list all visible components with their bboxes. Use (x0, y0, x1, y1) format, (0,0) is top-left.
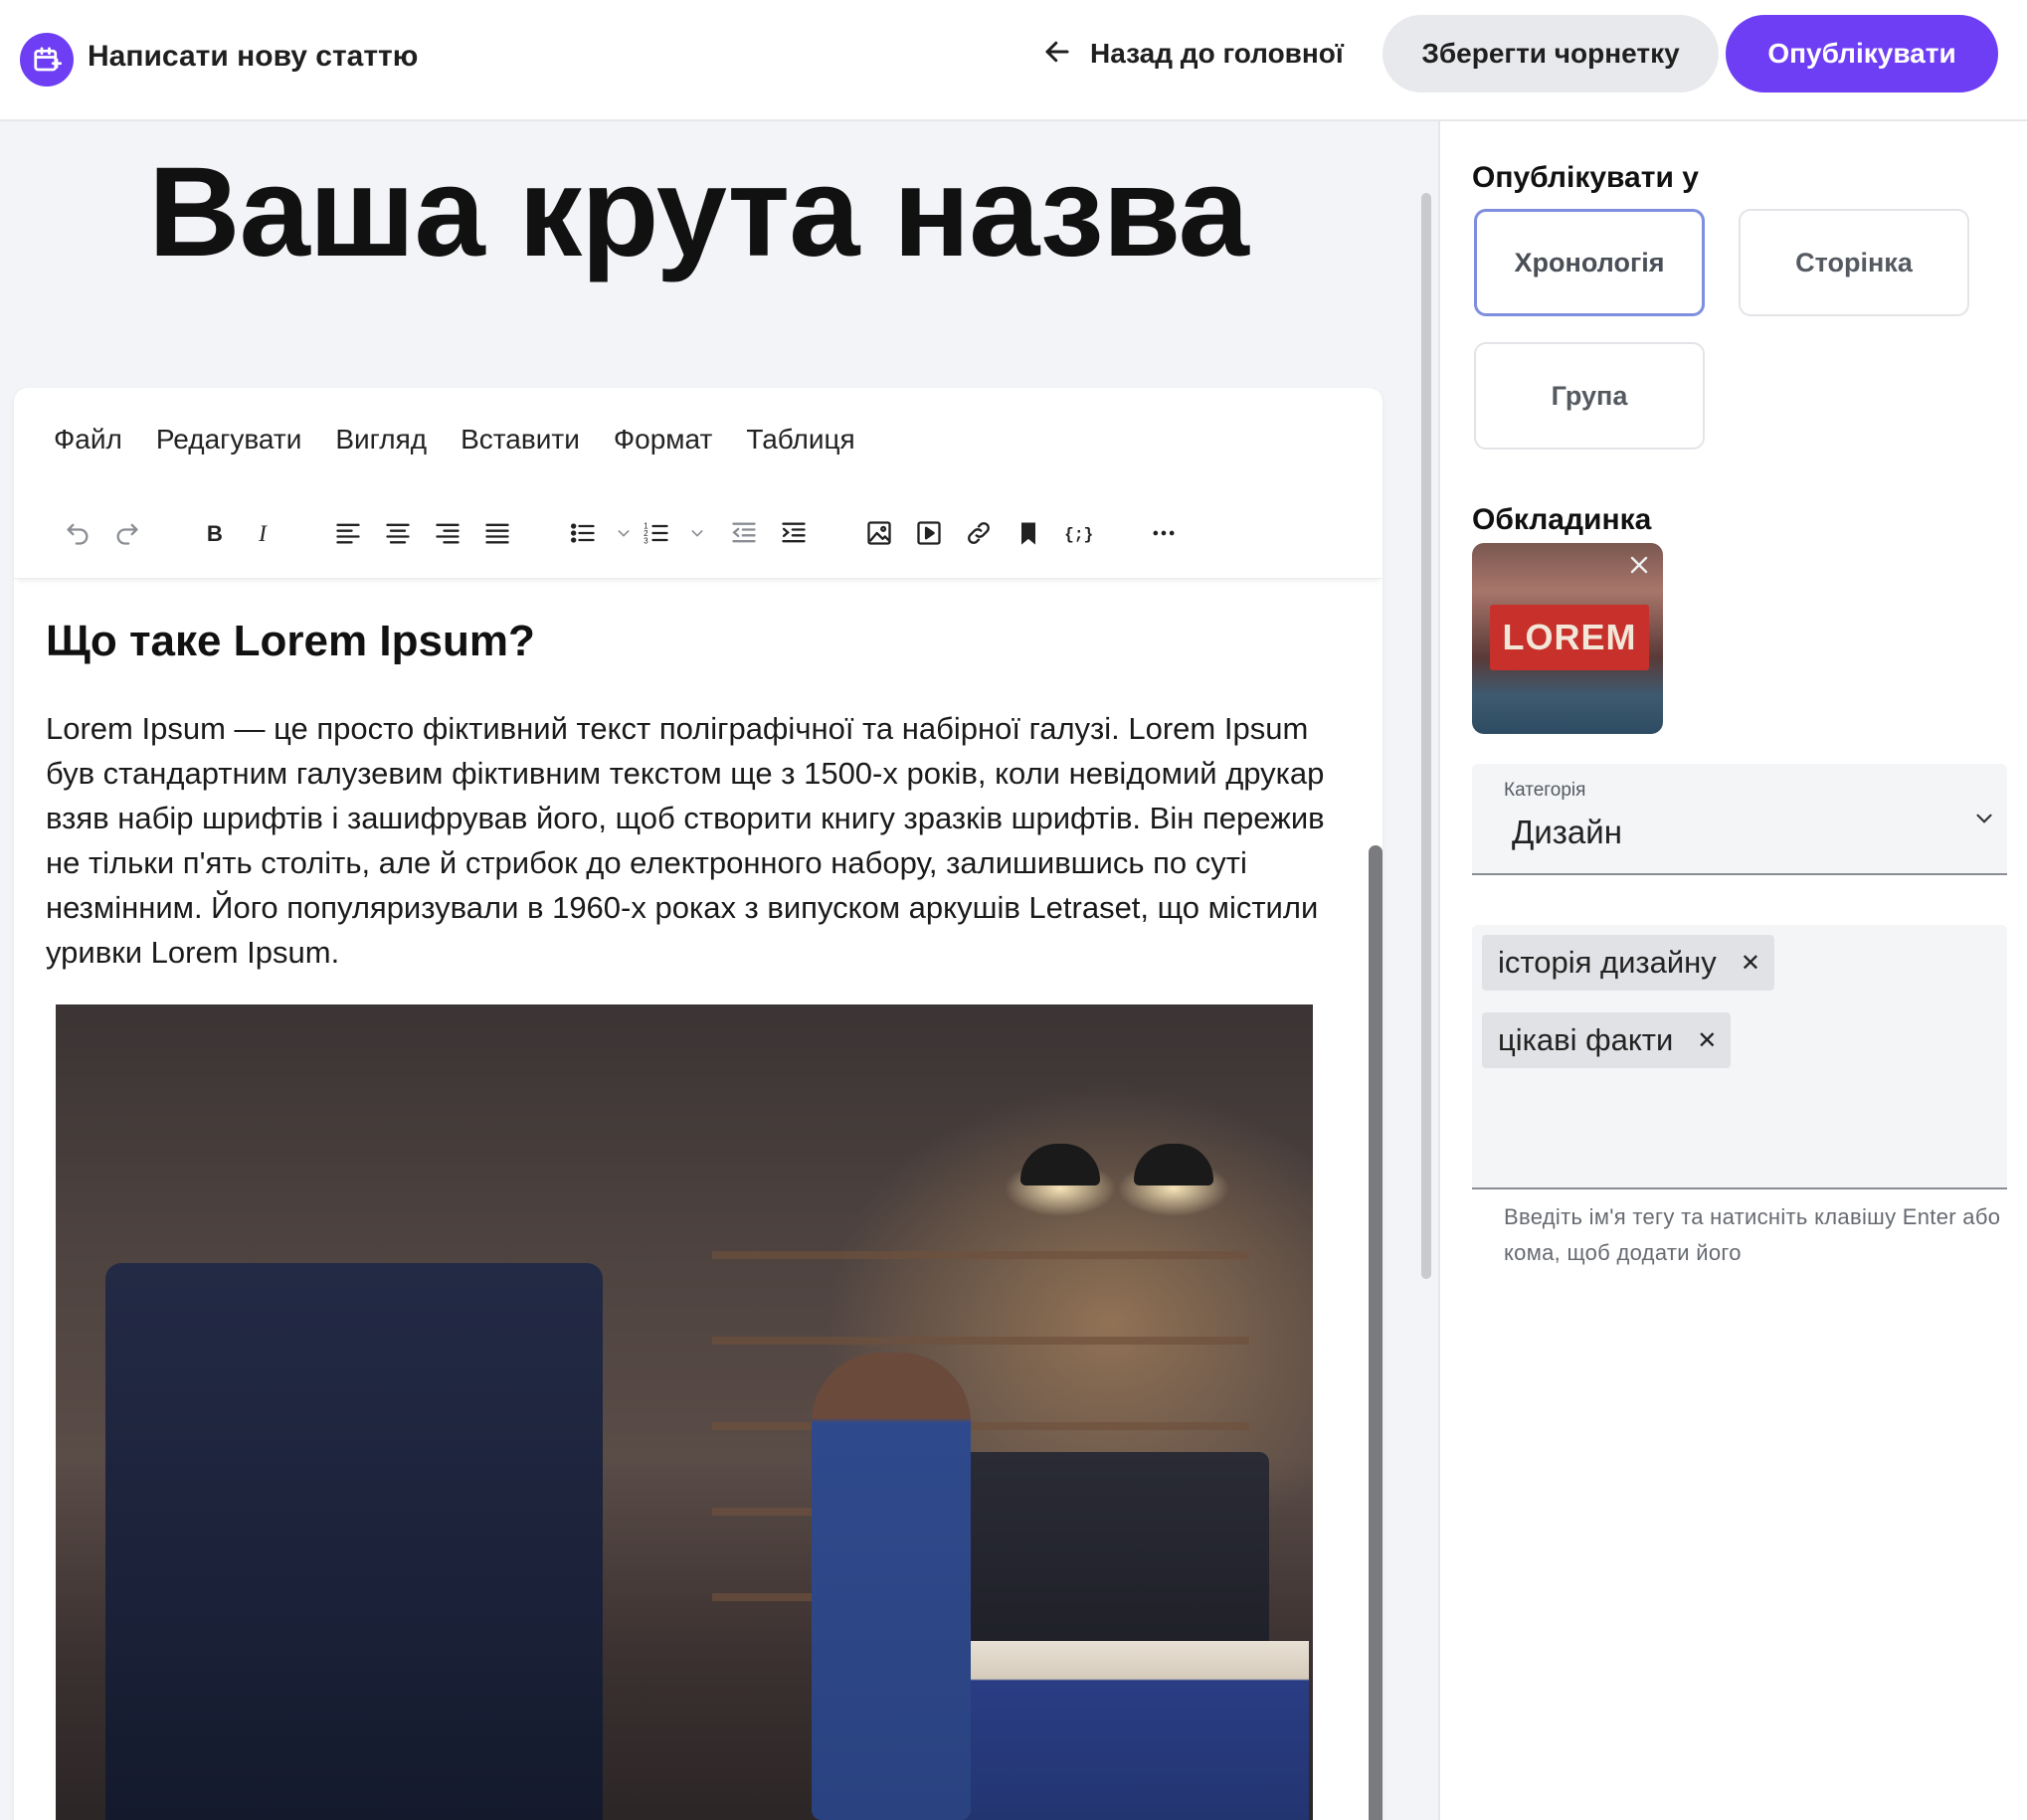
outdent-icon[interactable] (724, 513, 764, 553)
cover-image[interactable]: LOREM (1472, 543, 1663, 734)
svg-text:{;}: {;} (1064, 526, 1093, 544)
tags-input[interactable]: історія дизайну ✕ цікаві факти ✕ (1472, 925, 2007, 1189)
editor-area: Ваша крута назва Файл Редагувати Вигляд … (0, 121, 1438, 1820)
image-printing-press (105, 1263, 603, 1820)
bullet-list-chevron-down-icon[interactable] (613, 513, 635, 553)
rich-text-editor: Файл Редагувати Вигляд Вставити Формат Т… (14, 388, 1382, 1820)
top-bar: Написати нову статтю Назад до головної З… (0, 0, 2027, 121)
align-justify-icon[interactable] (477, 513, 517, 553)
article-title-input[interactable]: Ваша крута назва (0, 139, 1396, 285)
bookmark-icon[interactable] (1009, 513, 1048, 553)
align-right-icon[interactable] (428, 513, 467, 553)
back-link-label: Назад до головної (1090, 38, 1344, 69)
svg-text:I: I (258, 521, 268, 547)
more-icon[interactable] (1144, 513, 1184, 553)
tag-chip: цікаві факти ✕ (1482, 1012, 1732, 1068)
editor-scrollbar[interactable] (1369, 845, 1382, 1820)
numbered-list-chevron-down-icon[interactable] (686, 513, 708, 553)
numbered-list-icon[interactable]: 123 (637, 513, 676, 553)
tag-label: історія дизайну (1498, 945, 1717, 980)
publish-option-timeline[interactable]: Хронологія (1474, 209, 1705, 316)
category-caption: Категорія (1504, 780, 1586, 801)
page-title: Написати нову статтю (88, 40, 419, 73)
publish-option-page[interactable]: Сторінка (1739, 209, 1969, 316)
article-heading: Що таке Lorem Ipsum? (46, 617, 535, 665)
article-image[interactable] (56, 1004, 1313, 1820)
settings-sidebar: Опублікувати у Хронологія Сторінка Група… (1438, 121, 2027, 1820)
page-scrollbar[interactable] (1421, 193, 1431, 1279)
remove-tag-close-icon[interactable]: ✕ (1697, 1026, 1717, 1055)
menu-format[interactable]: Формат (614, 424, 712, 455)
align-left-icon[interactable] (328, 513, 368, 553)
image-printer-worker (812, 1353, 971, 1820)
image-lamp (1134, 1144, 1213, 1185)
tags-hint: Введіть ім'я тегу та натисніть клавішу E… (1504, 1204, 2001, 1265)
remove-cover-close-icon[interactable] (1623, 549, 1655, 581)
cover-title: Обкладинка (1472, 503, 1652, 536)
undo-icon[interactable] (58, 513, 97, 553)
remove-tag-close-icon[interactable]: ✕ (1741, 949, 1760, 978)
menu-file[interactable]: Файл (54, 424, 122, 455)
svg-text:3: 3 (644, 537, 648, 546)
menu-table[interactable]: Таблиця (746, 424, 854, 455)
calendar-add-icon (20, 33, 74, 87)
category-select[interactable]: Категорія Дизайн (1472, 764, 2007, 875)
publish-button[interactable]: Опублікувати (1726, 15, 1998, 92)
editor-menubar: Файл Редагувати Вигляд Вставити Формат Т… (14, 388, 1382, 491)
align-center-icon[interactable] (378, 513, 418, 553)
menu-insert[interactable]: Вставити (461, 424, 580, 455)
category-value: Дизайн (1512, 814, 1622, 850)
media-icon[interactable] (909, 513, 949, 553)
redo-icon[interactable] (107, 513, 147, 553)
code-sample-icon[interactable]: {;} (1058, 513, 1098, 553)
menu-view[interactable]: Вигляд (335, 424, 427, 455)
link-icon[interactable] (959, 513, 999, 553)
tag-chip: історія дизайну ✕ (1482, 935, 1774, 991)
article-paragraph: Lorem Ipsum — це просто фіктивний текст … (46, 711, 1325, 970)
indent-icon[interactable] (774, 513, 814, 553)
publish-in-title: Опублікувати у (1472, 161, 1699, 194)
bullet-list-icon[interactable] (563, 513, 603, 553)
back-to-home-link[interactable]: Назад до головної (1042, 34, 1344, 74)
image-lamp (1020, 1144, 1100, 1185)
cover-image-sign: LOREM (1490, 605, 1649, 670)
chevron-down-icon (1971, 806, 1997, 836)
editor-toolbar: B I 1 2 3 {;} (14, 491, 1382, 579)
image-icon[interactable] (859, 513, 899, 553)
svg-text:B: B (207, 521, 223, 546)
tag-label: цікаві факти (1498, 1022, 1674, 1057)
italic-icon[interactable]: I (245, 513, 284, 553)
save-draft-button[interactable]: Зберегти чорнетку (1382, 15, 1719, 92)
bold-icon[interactable]: B (195, 513, 235, 553)
menu-edit[interactable]: Редагувати (156, 424, 302, 455)
publish-option-group[interactable]: Група (1474, 342, 1705, 450)
arrow-left-icon (1042, 37, 1072, 72)
editor-content[interactable]: Що таке Lorem Ipsum? Lorem Ipsum — це пр… (14, 579, 1347, 1820)
